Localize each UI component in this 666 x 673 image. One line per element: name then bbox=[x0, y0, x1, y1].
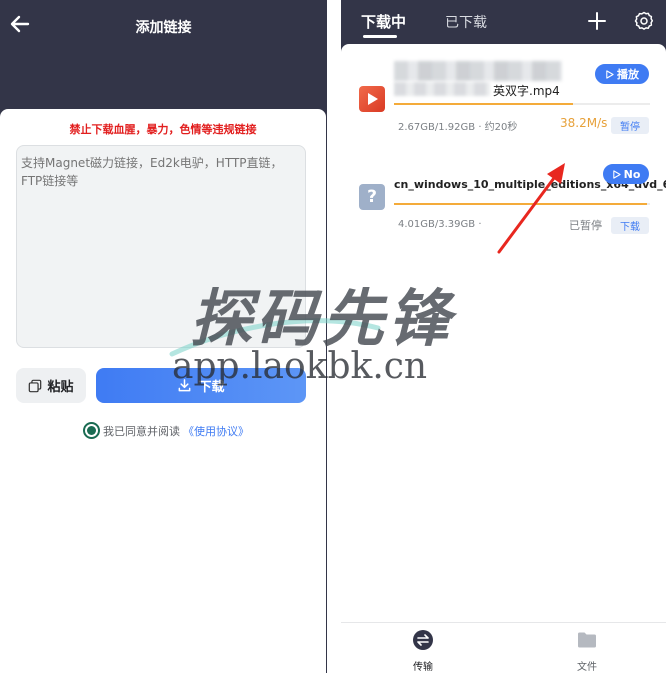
add-link-screen: 添加链接 禁止下载血腥，暴力，色情等违规链接 粘贴 下载 我已同意并阅读 《使用… bbox=[0, 0, 327, 673]
play-icon bbox=[606, 69, 614, 79]
nav-transfer-label: 传输 bbox=[413, 662, 433, 673]
play-icon bbox=[612, 169, 621, 179]
play-label: 播放 bbox=[617, 68, 639, 81]
plus-icon[interactable] bbox=[587, 11, 607, 31]
transfer-icon bbox=[413, 630, 433, 650]
play-button[interactable]: 播放 bbox=[595, 64, 649, 84]
link-input[interactable] bbox=[16, 145, 306, 348]
download-label: 下载 bbox=[198, 380, 225, 395]
paste-button[interactable]: 粘贴 bbox=[16, 368, 86, 403]
video-file-icon bbox=[359, 86, 385, 112]
progress-bar bbox=[394, 103, 650, 105]
download-icon bbox=[179, 379, 191, 392]
red-arrow-annotation bbox=[497, 163, 565, 254]
downloads-screen: 下载中 已下载 英双字.mp4 播放 2.67GB/1.92GB · 约20秒 … bbox=[341, 0, 666, 673]
warning-text: 禁止下载血腥，暴力，色情等违规链接 bbox=[69, 123, 257, 136]
size-info: 2.67GB/1.92GB bbox=[398, 122, 476, 133]
tab-bar: 下载中 已下载 bbox=[341, 0, 666, 44]
eta: 约20秒 bbox=[484, 122, 518, 133]
agree-text: 我已同意并阅读 bbox=[103, 424, 180, 438]
gear-icon[interactable] bbox=[634, 11, 654, 31]
size-info: 4.01GB/3.39GB bbox=[398, 219, 476, 230]
agreement-link[interactable]: 《使用协议》 bbox=[183, 423, 249, 439]
resume-button[interactable]: 下载 bbox=[611, 217, 649, 234]
open-label: No bbox=[623, 167, 641, 181]
file-meta: 4.01GB/3.39GB · bbox=[398, 219, 482, 230]
link-card: 禁止下载血腥，暴力，色情等违规链接 粘贴 下载 我已同意并阅读 《使用协议》 bbox=[0, 109, 326, 673]
screen-divider bbox=[327, 0, 341, 673]
paste-label: 粘贴 bbox=[47, 380, 74, 395]
unknown-file-icon: ? bbox=[359, 184, 385, 210]
pause-button[interactable]: 暂停 bbox=[611, 117, 649, 134]
download-list: 英双字.mp4 播放 2.67GB/1.92GB · 约20秒 38.2M/s … bbox=[341, 44, 666, 673]
bottom-nav: 传输 文件 bbox=[341, 622, 666, 673]
folder-icon bbox=[578, 632, 596, 648]
nav-files[interactable]: 文件 bbox=[557, 629, 617, 673]
active-tab-indicator bbox=[363, 35, 397, 38]
download-speed: 38.2M/s bbox=[560, 116, 608, 130]
file-name: 英双字.mp4 bbox=[493, 84, 560, 98]
file-meta: 2.67GB/1.92GB · 约20秒 bbox=[398, 122, 518, 133]
nav-files-label: 文件 bbox=[577, 662, 597, 673]
blurred-filename bbox=[394, 61, 562, 81]
paused-status: 已暂停 bbox=[569, 219, 602, 232]
open-button[interactable]: No bbox=[603, 164, 649, 184]
download-button[interactable]: 下载 bbox=[96, 368, 306, 403]
page-title: 添加链接 bbox=[135, 20, 192, 36]
tab-downloading[interactable]: 下载中 bbox=[361, 11, 406, 32]
blurred-filename-line2 bbox=[394, 82, 490, 96]
agreement-row: 我已同意并阅读 《使用协议》 bbox=[83, 422, 249, 439]
copy-icon bbox=[29, 379, 42, 392]
tab-downloaded[interactable]: 已下载 bbox=[445, 12, 487, 32]
agree-radio[interactable] bbox=[83, 422, 100, 439]
top-bar: 添加链接 bbox=[0, 0, 327, 52]
nav-transfer[interactable]: 传输 bbox=[393, 629, 453, 673]
